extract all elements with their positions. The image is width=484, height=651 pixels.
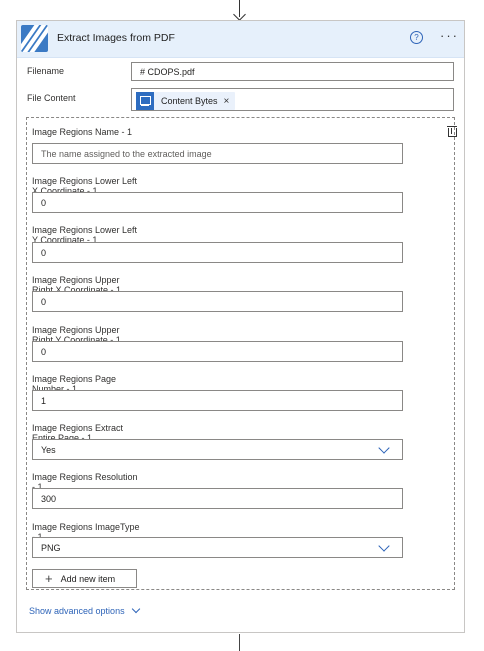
page-number-input[interactable]: 1 [32,390,403,411]
more-options-icon[interactable]: ··· [440,28,459,43]
help-icon[interactable]: ? [410,31,423,44]
extract-entire-page-select[interactable]: Yes [32,439,403,460]
show-advanced-options-link[interactable]: Show advanced options [29,604,140,616]
flow-arrow-down-icon [232,0,248,21]
upper-right-y-input[interactable]: 0 [32,341,403,362]
upper-right-x-input[interactable]: 0 [32,291,403,312]
add-new-item-button[interactable]: + Add new item [32,569,137,588]
adobe-pdf-services-icon [21,25,48,52]
lower-left-y-input[interactable]: 0 [32,242,403,263]
delete-item-icon[interactable] [447,126,457,137]
action-card: Extract Images from PDF ? ··· Filename #… [16,20,465,633]
chevron-down-icon [378,442,390,454]
extract-entire-page-value: Yes [41,444,56,455]
filename-input[interactable]: # CDOPS.pdf [131,62,454,81]
resolution-input[interactable]: 300 [32,488,403,509]
card-header[interactable]: Extract Images from PDF ? ··· [17,21,464,58]
dynamic-content-icon [136,92,154,110]
card-title: Extract Images from PDF [57,32,175,44]
file-content-label: File Content [27,93,76,103]
filename-label: Filename [27,66,65,76]
image-regions-array: Image Regions Name - 1 The name assigned… [26,117,457,590]
flow-connector-line [239,634,240,651]
image-type-value: PNG [41,542,61,553]
lower-left-x-input[interactable]: 0 [32,192,403,213]
show-advanced-options-label: Show advanced options [29,606,125,616]
token-remove-icon[interactable]: × [224,96,230,107]
plus-icon: + [45,571,53,586]
add-new-item-label: Add new item [60,573,116,584]
content-bytes-token[interactable]: Content Bytes × [136,92,236,110]
image-regions-name-input[interactable]: The name assigned to the extracted image [32,143,403,164]
file-content-input[interactable]: Content Bytes × [131,88,454,111]
chevron-down-icon [131,604,140,614]
token-label: Content Bytes [161,96,218,106]
chevron-down-icon [378,540,390,552]
image-type-select[interactable]: PNG [32,537,403,558]
